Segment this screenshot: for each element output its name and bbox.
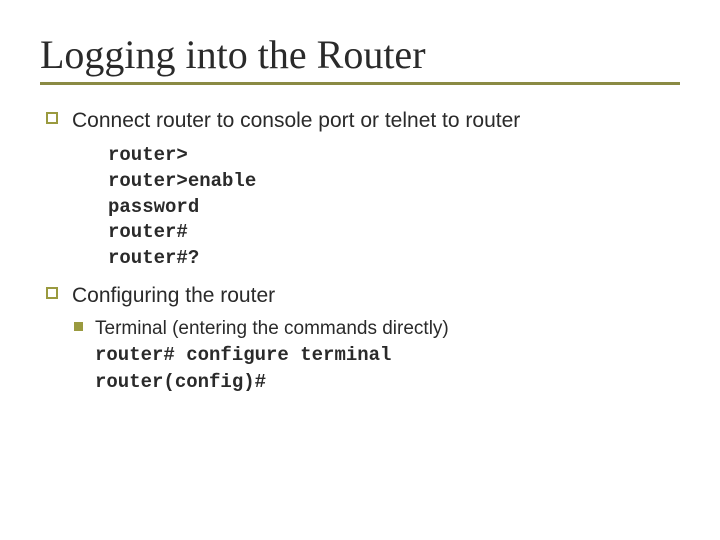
bullet-item: Connect router to console port or telnet… (46, 107, 680, 135)
sub-bullet-body: Terminal (entering the commands directly… (95, 316, 449, 396)
title-underline (40, 82, 680, 85)
sub-bullet-text: Terminal (entering the commands directly… (95, 316, 449, 343)
bullet-text: Connect router to console port or telnet… (72, 107, 520, 135)
sub-bullet-item: Terminal (entering the commands directly… (74, 316, 680, 396)
sub-bullet-block: Terminal (entering the commands directly… (74, 316, 680, 396)
slide-title: Logging into the Router (40, 34, 680, 76)
code-block: router> router>enable password router# r… (108, 143, 680, 271)
sub-code-block: router# configure terminal router(config… (95, 342, 449, 395)
bullet-item: Configuring the router (46, 282, 680, 310)
bullet-small-icon (74, 322, 83, 331)
slide: Logging into the Router Connect router t… (0, 0, 720, 540)
bullet-text: Configuring the router (72, 282, 275, 310)
bullet-square-icon (46, 287, 58, 299)
slide-content: Connect router to console port or telnet… (40, 107, 680, 396)
bullet-square-icon (46, 112, 58, 124)
